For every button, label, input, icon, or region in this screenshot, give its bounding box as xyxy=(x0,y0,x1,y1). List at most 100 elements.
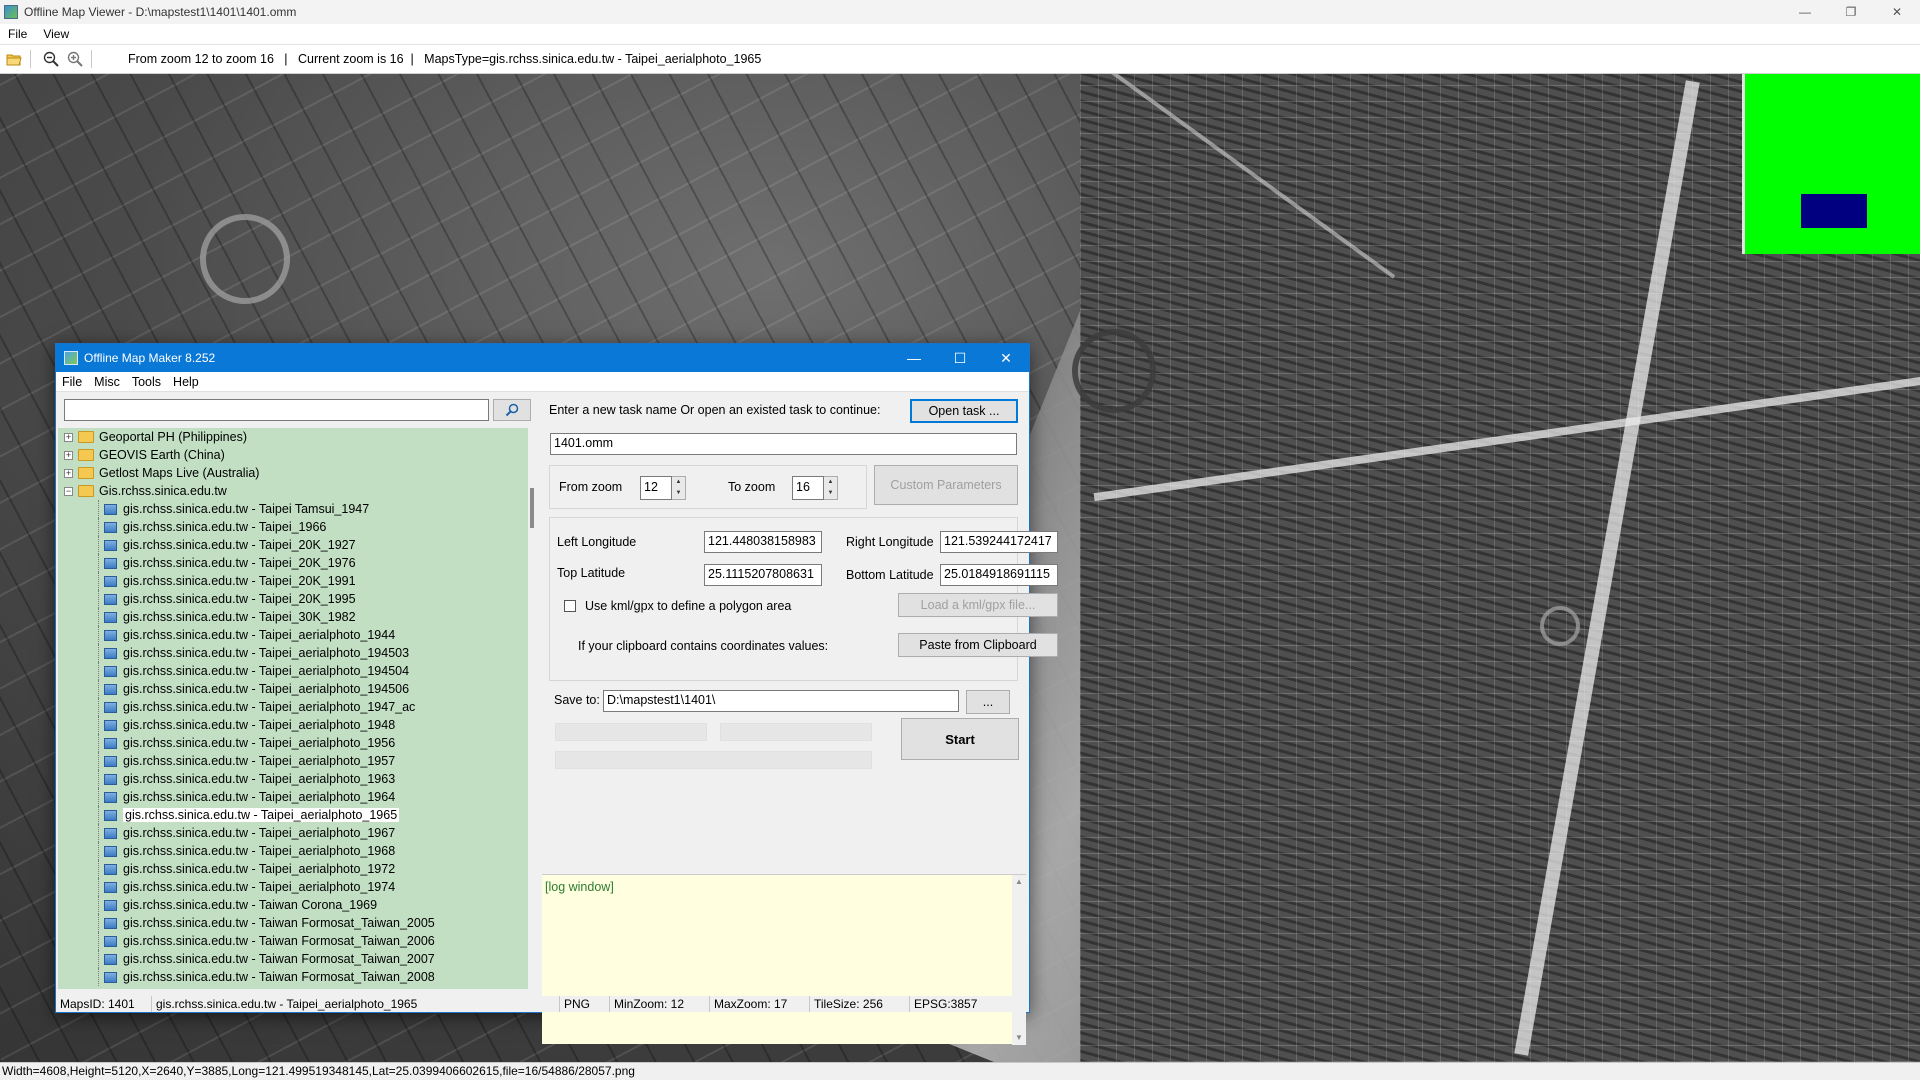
tree-map-item[interactable]: gis.rchss.sinica.edu.tw - Taipei_aerialp… xyxy=(58,734,528,752)
log-scrollbar[interactable]: ▲ ▼ xyxy=(1012,875,1026,1045)
top-latitude-input[interactable]: 25.1115207808631 xyxy=(704,564,822,586)
paste-clipboard-button[interactable]: Paste from Clipboard xyxy=(898,633,1058,657)
tree-map-item[interactable]: gis.rchss.sinica.edu.tw - Taipei_20K_199… xyxy=(58,572,528,590)
tree-map-item[interactable]: gis.rchss.sinica.edu.tw - Taipei_aerialp… xyxy=(58,626,528,644)
scrollbar-thumb[interactable] xyxy=(530,488,534,528)
tree-map-item[interactable]: gis.rchss.sinica.edu.tw - Taiwan Formosa… xyxy=(58,932,528,950)
tree-map-item[interactable]: gis.rchss.sinica.edu.tw - Taipei_aerialp… xyxy=(58,716,528,734)
zoom-in-icon[interactable] xyxy=(65,49,85,69)
tree-map-item[interactable]: gis.rchss.sinica.edu.tw - Taiwan Corona_… xyxy=(58,896,528,914)
map-layer-icon xyxy=(104,953,117,965)
app-icon xyxy=(4,5,18,19)
tree-map-item[interactable]: gis.rchss.sinica.edu.tw - Taipei_aerialp… xyxy=(58,770,528,788)
tree-map-item[interactable]: gis.rchss.sinica.edu.tw - Taipei_aerialp… xyxy=(58,788,528,806)
tree-folder[interactable]: + Getlost Maps Live (Australia) xyxy=(58,464,528,482)
browse-button[interactable]: ... xyxy=(966,690,1010,714)
tree-map-item[interactable]: gis.rchss.sinica.edu.tw - Taipei_20K_199… xyxy=(58,590,528,608)
tree-folder[interactable]: + Geoportal PH (Philippines) xyxy=(58,428,528,446)
tree-map-item[interactable]: gis.rchss.sinica.edu.tw - Taipei_aerialp… xyxy=(58,878,528,896)
scroll-up-icon[interactable]: ▲ xyxy=(1012,875,1026,889)
tree-map-item[interactable]: gis.rchss.sinica.edu.tw - Taipei_aerialp… xyxy=(58,752,528,770)
tree-map-item[interactable]: gis.rchss.sinica.edu.tw - Taipei_30K_198… xyxy=(58,608,528,626)
tree-map-label: gis.rchss.sinica.edu.tw - Taipei_aerialp… xyxy=(123,700,416,714)
menu-file[interactable]: File xyxy=(0,27,35,41)
tree-expander-icon[interactable]: − xyxy=(64,486,73,496)
kml-checkbox[interactable] xyxy=(564,600,576,612)
tree-map-item[interactable]: gis.rchss.sinica.edu.tw - Taipei_aerialp… xyxy=(58,806,528,824)
tree-map-item[interactable]: gis.rchss.sinica.edu.tw - Taipei_aerialp… xyxy=(58,644,528,662)
to-zoom-spinner[interactable]: 16 ▲ ▼ xyxy=(792,476,838,500)
scroll-down-icon[interactable]: ▼ xyxy=(1012,1031,1026,1045)
overview-minimap[interactable] xyxy=(1742,74,1920,254)
tree-map-item[interactable]: gis.rchss.sinica.edu.tw - Taiwan Formosa… xyxy=(58,914,528,932)
down-arrow-icon[interactable]: ▼ xyxy=(672,488,685,499)
tree-map-item[interactable]: gis.rchss.sinica.edu.tw - Taipei_20K_192… xyxy=(58,536,528,554)
task-name-input[interactable]: 1401.omm xyxy=(550,433,1017,455)
overview-viewport[interactable] xyxy=(1801,194,1867,228)
map-layer-icon xyxy=(104,683,117,695)
search-input[interactable] xyxy=(64,399,489,421)
search-icon xyxy=(505,403,519,417)
start-button[interactable]: Start xyxy=(901,718,1019,760)
down-arrow-icon[interactable]: ▼ xyxy=(824,488,837,499)
dialog-titlebar: Offline Map Maker 8.252 — ☐ ✕ xyxy=(56,344,1029,372)
right-longitude-input[interactable]: 121.539244172417 xyxy=(940,531,1058,553)
zoom-out-icon[interactable] xyxy=(41,49,61,69)
maximize-icon[interactable]: ☐ xyxy=(937,344,983,372)
map-layer-icon xyxy=(104,845,117,857)
map-layer-icon xyxy=(104,647,117,659)
from-zoom-value[interactable]: 12 xyxy=(640,476,672,500)
up-arrow-icon[interactable]: ▲ xyxy=(824,477,837,488)
menu-tools[interactable]: Tools xyxy=(126,375,167,389)
tree-map-item[interactable]: gis.rchss.sinica.edu.tw - Taipei_20K_197… xyxy=(58,554,528,572)
tree-map-item[interactable]: gis.rchss.sinica.edu.tw - Taiwan Formosa… xyxy=(58,950,528,968)
map-layer-icon xyxy=(104,575,117,587)
open-folder-icon[interactable] xyxy=(4,49,24,69)
task-prompt: Enter a new task name Or open an existed… xyxy=(549,403,881,417)
tree-expander-icon[interactable]: + xyxy=(64,468,73,478)
menu-view[interactable]: View xyxy=(35,27,77,41)
tree-folder[interactable]: − Gis.rchss.sinica.edu.tw xyxy=(58,482,528,500)
close-icon[interactable]: ✕ xyxy=(1874,0,1920,24)
close-icon[interactable]: ✕ xyxy=(983,344,1029,372)
map-source-tree[interactable]: + Geoportal PH (Philippines) + GEOVIS Earth… xyxy=(58,428,528,989)
spinner-arrows[interactable]: ▲ ▼ xyxy=(824,476,838,500)
tree-map-item[interactable]: gis.rchss.sinica.edu.tw - Taipei_aerialp… xyxy=(58,662,528,680)
custom-parameters-button[interactable]: Custom Parameters xyxy=(874,465,1018,505)
toolbar-separator xyxy=(30,50,31,68)
tree-folder[interactable]: + GEOVIS Earth (China) xyxy=(58,446,528,464)
to-zoom-value[interactable]: 16 xyxy=(792,476,824,500)
tree-map-item[interactable]: gis.rchss.sinica.edu.tw - Taipei_1966 xyxy=(58,518,528,536)
tree-map-item[interactable]: gis.rchss.sinica.edu.tw - Taipei_aerialp… xyxy=(58,842,528,860)
tree-expander-icon[interactable]: + xyxy=(64,450,73,460)
tree-map-label: gis.rchss.sinica.edu.tw - Taipei_20K_199… xyxy=(123,592,356,606)
restore-icon[interactable]: ❐ xyxy=(1828,0,1874,24)
up-arrow-icon[interactable]: ▲ xyxy=(672,477,685,488)
tree-map-item[interactable]: gis.rchss.sinica.edu.tw - Taiwan Formosa… xyxy=(58,968,528,986)
search-button[interactable] xyxy=(493,399,531,421)
tree-map-label: gis.rchss.sinica.edu.tw - Taipei_aerialp… xyxy=(123,736,396,750)
menu-file[interactable]: File xyxy=(56,375,88,389)
from-zoom-spinner[interactable]: 12 ▲ ▼ xyxy=(640,476,686,500)
spinner-arrows[interactable]: ▲ ▼ xyxy=(672,476,686,500)
tree-map-item[interactable]: gis.rchss.sinica.edu.tw - Taipei Tamsui_… xyxy=(58,500,528,518)
load-kml-button[interactable]: Load a kml/gpx file... xyxy=(898,593,1058,617)
left-longitude-input[interactable]: 121.448038158983 xyxy=(704,531,822,553)
bottom-latitude-input[interactable]: 25.0184918691115 xyxy=(940,564,1058,586)
tree-map-item[interactable]: gis.rchss.sinica.edu.tw - Taipei_aerialp… xyxy=(58,698,528,716)
tree-map-item[interactable]: gis.rchss.sinica.edu.tw - Taipei_aerialp… xyxy=(58,824,528,842)
minimize-icon[interactable]: — xyxy=(891,344,937,372)
menu-misc[interactable]: Misc xyxy=(88,375,126,389)
menu-help[interactable]: Help xyxy=(167,375,205,389)
from-zoom-label: From zoom xyxy=(559,480,623,494)
tree-scrollbar[interactable] xyxy=(528,428,536,989)
tree-map-label: gis.rchss.sinica.edu.tw - Taipei_aerialp… xyxy=(123,808,400,822)
log-window[interactable]: [log window] ▲ ▼ xyxy=(542,874,1026,1045)
tree-expander-icon[interactable]: + xyxy=(64,432,73,442)
minimize-icon[interactable]: — xyxy=(1782,0,1828,24)
tree-map-item[interactable]: gis.rchss.sinica.edu.tw - Taipei_aerialp… xyxy=(58,860,528,878)
open-task-button[interactable]: Open task ... xyxy=(910,399,1018,423)
tree-map-label: gis.rchss.sinica.edu.tw - Taiwan Formosa… xyxy=(123,916,435,930)
tree-map-item[interactable]: gis.rchss.sinica.edu.tw - Taipei_aerialp… xyxy=(58,680,528,698)
save-to-input[interactable]: D:\mapstest1\1401\ xyxy=(603,690,959,712)
